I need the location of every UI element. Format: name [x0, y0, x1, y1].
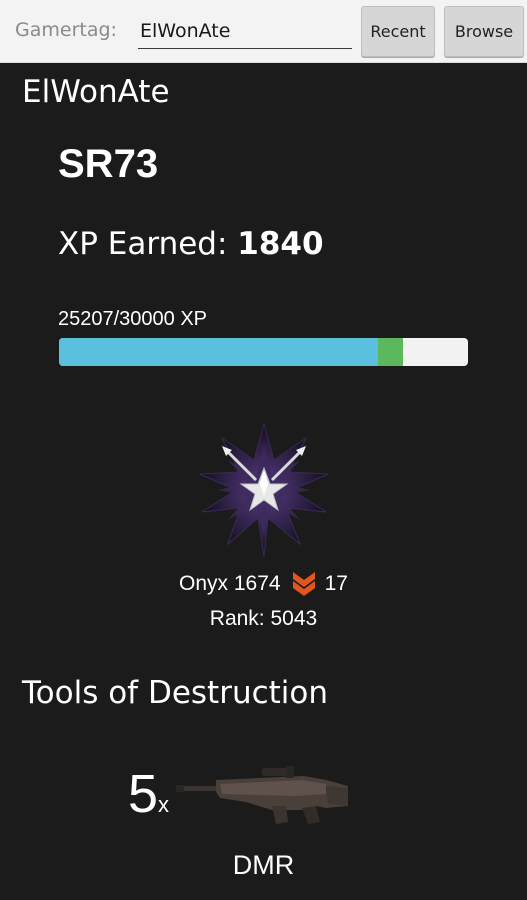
xp-progress-fill — [59, 338, 378, 366]
xp-gain-fill — [377, 338, 403, 366]
gamertag-toolbar: Gamertag: Recent Browse — [0, 0, 527, 63]
weapon-kill-count: 5x — [128, 763, 169, 825]
onyx-rank-emblem-icon — [199, 422, 329, 557]
weapon-count-multiplier: x — [158, 792, 170, 817]
orange-chevron-icon — [292, 572, 315, 596]
gamertag-label: Gamertag: — [15, 19, 117, 41]
dmr-rifle-icon — [176, 766, 348, 824]
tools-title: Tools of Destruction — [22, 675, 329, 711]
recent-button[interactable]: Recent — [361, 6, 435, 57]
xp-earned: XP Earned: 1840 — [58, 226, 324, 262]
xp-earned-label: XP Earned: — [58, 226, 228, 262]
xp-earned-value: 1840 — [237, 226, 324, 262]
xp-progress-bar — [59, 338, 468, 366]
player-name: ElWonAte — [22, 74, 170, 110]
tier-text: Onyx 1674 — [179, 572, 281, 595]
weapon-count-number: 5 — [128, 764, 159, 824]
browse-button[interactable]: Browse — [444, 6, 524, 57]
weapon-name: DMR — [232, 850, 295, 880]
rank-text: Rank: 5043 — [209, 607, 318, 630]
chevron-count: 17 — [324, 572, 348, 595]
gamertag-input[interactable] — [138, 14, 352, 49]
spartan-rank: SR73 — [58, 142, 159, 186]
xp-progress-text: 25207/30000 XP — [58, 308, 208, 330]
csr-row: Onyx 1674 17 — [0, 568, 527, 600]
